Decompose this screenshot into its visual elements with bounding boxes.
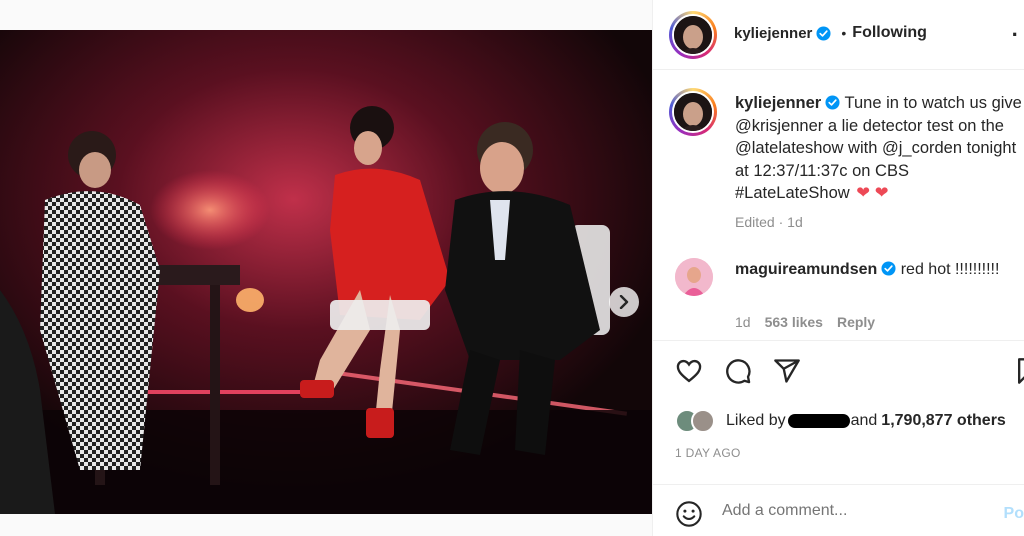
comment-likes[interactable]: 563 likes <box>765 314 823 330</box>
verified-badge-icon <box>825 95 840 110</box>
post-photo[interactable] <box>0 30 652 514</box>
meta-dot: · <box>778 213 784 230</box>
following-button[interactable]: Following <box>852 24 927 42</box>
heart-icon[interactable] <box>675 357 703 385</box>
header-username[interactable]: kyliejenner <box>734 25 812 42</box>
bookmark-icon[interactable] <box>1015 357 1024 385</box>
verified-badge-icon <box>881 261 896 276</box>
liker-avatar <box>691 409 715 433</box>
divider <box>653 484 1024 485</box>
comment-icon[interactable] <box>724 357 752 385</box>
reply-button[interactable]: Reply <box>837 314 875 330</box>
verified-badge-icon <box>816 25 831 41</box>
liker-avatars <box>675 409 719 433</box>
chevron-right-icon <box>619 295 629 309</box>
instagram-post-view: kyliejenner • Following · kyliejenner Tu… <box>0 0 1024 536</box>
edited-label: Edited <box>735 213 775 230</box>
caption-username[interactable]: kyliejenner <box>735 94 821 112</box>
commenter-avatar[interactable] <box>675 258 713 296</box>
comment-time[interactable]: 1d <box>735 314 751 330</box>
header-separator: • <box>841 25 847 41</box>
emoji-icon[interactable] <box>675 500 703 528</box>
comment-username[interactable]: maguireamundsen <box>735 261 877 278</box>
caption-time[interactable]: 1d <box>787 214 803 230</box>
caption-avatar[interactable] <box>669 88 717 136</box>
post-comment-button[interactable]: Po <box>1004 505 1024 523</box>
more-icon[interactable]: · <box>1012 22 1019 48</box>
comment-meta: 1d 563 likes Reply <box>735 314 875 330</box>
avatar-image <box>674 93 712 131</box>
share-icon[interactable] <box>773 357 801 385</box>
avatar-image <box>674 16 712 54</box>
post-side-panel: kyliejenner • Following · kyliejenner Tu… <box>652 0 1024 536</box>
add-comment-input[interactable] <box>722 502 992 520</box>
liked-by-label: Liked by <box>726 412 786 429</box>
comment: maguireamundsen red hot !!!!!!!!!! <box>735 259 1024 281</box>
likes-and-label: and <box>850 412 878 429</box>
post-header: kyliejenner • Following · <box>653 0 1024 70</box>
likes-summary[interactable]: Liked by and 1,790,877 others <box>675 409 1006 433</box>
avatar-image <box>675 258 713 296</box>
likes-count[interactable]: 1,790,877 others <box>881 412 1006 430</box>
stage-photo-illustration <box>0 30 652 514</box>
carousel-next-button[interactable] <box>609 287 639 317</box>
post-caption: kyliejenner Tune in to watch us give @kr… <box>735 92 1024 234</box>
divider <box>653 340 1024 341</box>
comment-text: red hot !!!!!!!!!! <box>900 261 1000 278</box>
post-timestamp[interactable]: 1 DAY AGO <box>675 446 741 460</box>
redacted-username <box>787 414 850 428</box>
author-avatar[interactable] <box>669 11 717 59</box>
heart-emojis: ❤ ❤ <box>856 184 889 203</box>
